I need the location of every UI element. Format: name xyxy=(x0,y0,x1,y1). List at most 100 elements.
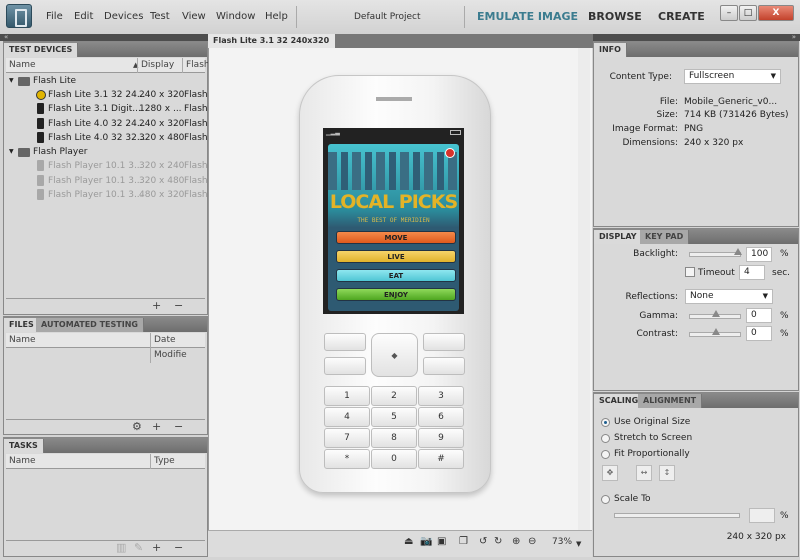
device-row[interactable]: Flash Lite 3.1 32 24... 240 x 320 Flash xyxy=(6,88,208,102)
menu-test[interactable]: Test xyxy=(150,11,170,22)
zoom-level[interactable]: 73% xyxy=(552,537,572,547)
remove-icon[interactable]: − xyxy=(174,299,183,312)
slider-thumb[interactable] xyxy=(712,310,720,317)
collapse-left-strip[interactable]: « xyxy=(0,34,208,41)
backlight-slider[interactable] xyxy=(689,248,742,257)
tab-automated-testing[interactable]: AUTOMATED TESTING xyxy=(36,318,144,332)
col-name[interactable]: Name xyxy=(6,333,36,348)
add-icon[interactable]: + xyxy=(152,299,161,312)
flash-icon[interactable]: ⏏ xyxy=(404,536,413,547)
gamma-input[interactable]: 0 xyxy=(746,308,772,323)
gear-icon[interactable]: ⚙ xyxy=(132,420,142,433)
mode-create[interactable]: CREATE xyxy=(658,10,705,23)
minimize-button[interactable]: – xyxy=(720,5,738,21)
tab-document[interactable]: Flash Lite 3.1 32 240x320 xyxy=(208,34,336,48)
fit-proportionally-label[interactable]: Fit Proportionally xyxy=(614,449,690,459)
gamma-slider[interactable] xyxy=(689,310,741,319)
keypad-key[interactable]: 0 xyxy=(371,449,417,469)
add-icon[interactable]: + xyxy=(152,541,161,554)
collapse-right-strip[interactable]: » xyxy=(593,34,800,41)
keypad-key[interactable]: 6 xyxy=(418,407,464,427)
end-key[interactable] xyxy=(423,357,465,375)
menu-edit[interactable]: Edit xyxy=(74,11,93,22)
task-icon[interactable]: ▥ xyxy=(116,541,126,554)
fit-both-icon[interactable]: ✥ xyxy=(602,465,618,481)
keypad-key[interactable]: 1 xyxy=(324,386,370,406)
scale-input[interactable] xyxy=(749,508,775,523)
tab-tasks[interactable]: TASKS xyxy=(4,439,44,453)
device-row[interactable]: Flash Player 10.1 3... 320 x 240 Flash xyxy=(6,159,208,173)
keypad-key[interactable]: 8 xyxy=(371,428,417,448)
live-button[interactable]: LIVE xyxy=(336,250,456,263)
menu-help[interactable]: Help xyxy=(265,11,288,22)
call-key[interactable] xyxy=(324,357,366,375)
keypad-key[interactable]: 4 xyxy=(324,407,370,427)
scale-to-label[interactable]: Scale To xyxy=(614,494,651,504)
slider-thumb[interactable] xyxy=(734,248,742,255)
device-row[interactable]: Flash Lite 3.1 Digit... 1280 x ... Flash xyxy=(6,102,208,116)
move-button[interactable]: MOVE xyxy=(336,231,456,244)
left-soft-key[interactable] xyxy=(324,333,366,351)
right-soft-key[interactable] xyxy=(423,333,465,351)
col-name[interactable]: Name xyxy=(6,454,36,469)
tab-alignment[interactable]: ALIGNMENT xyxy=(638,394,703,408)
col-flash[interactable]: Flash xyxy=(182,58,210,73)
slider-thumb[interactable] xyxy=(712,328,720,335)
tab-display[interactable]: DISPLAY xyxy=(594,230,643,244)
expand-arrow-icon[interactable]: ▼ xyxy=(9,74,14,88)
keypad-key[interactable]: 3 xyxy=(418,386,464,406)
project-name[interactable]: Default Project xyxy=(354,12,421,22)
tab-scaling[interactable]: SCALING xyxy=(594,394,645,408)
menu-window[interactable]: Window xyxy=(216,11,255,22)
device-row[interactable]: Flash Lite 4.0 32 24... 240 x 320 Flash xyxy=(6,117,208,131)
info-icon[interactable] xyxy=(445,148,455,158)
rotate-right-icon[interactable]: ↻ xyxy=(494,536,502,547)
backlight-input[interactable]: 100 xyxy=(746,247,772,262)
keypad-key[interactable]: 2 xyxy=(371,386,417,406)
rotate-left-icon[interactable]: ↺ xyxy=(479,536,487,547)
use-original-size-label[interactable]: Use Original Size xyxy=(614,417,690,427)
tab-info[interactable]: INFO xyxy=(594,43,627,57)
scale-slider[interactable] xyxy=(614,513,740,518)
copy-icon[interactable]: ❐ xyxy=(459,536,468,547)
expand-arrow-icon[interactable]: ▼ xyxy=(9,145,14,159)
fit-height-icon[interactable]: ↕ xyxy=(659,465,675,481)
contrast-input[interactable]: 0 xyxy=(746,326,772,341)
content-type-select[interactable]: Fullscreen ▼ xyxy=(684,69,781,84)
zoom-dropdown-icon[interactable]: ▼ xyxy=(576,540,581,548)
scale-to-radio[interactable] xyxy=(601,495,610,504)
stretch-to-screen-label[interactable]: Stretch to Screen xyxy=(614,433,692,443)
device-row[interactable]: Flash Player 10.1 3... 320 x 480 Flash xyxy=(6,174,208,188)
keypad-key[interactable]: 9 xyxy=(418,428,464,448)
dpad[interactable]: ◆ xyxy=(371,333,418,377)
device-group[interactable]: ▼ Flash Lite xyxy=(6,74,205,88)
mode-browse[interactable]: BROWSE xyxy=(588,10,642,23)
save-icon[interactable]: ▣ xyxy=(437,536,446,547)
keypad-key[interactable]: * xyxy=(324,449,370,469)
menu-devices[interactable]: Devices xyxy=(104,11,143,22)
menu-file[interactable]: File xyxy=(46,11,63,22)
zoom-out-icon[interactable]: ⊖ xyxy=(528,536,536,547)
col-name[interactable]: Name xyxy=(6,58,36,73)
device-row[interactable]: Flash Player 10.1 3... 480 x 320 Flash xyxy=(6,188,208,202)
col-display[interactable]: Display xyxy=(137,58,174,73)
eat-button[interactable]: EAT xyxy=(336,269,456,282)
device-row[interactable]: Flash Lite 4.0 32 32... 320 x 480 Flash xyxy=(6,131,208,145)
add-icon[interactable]: + xyxy=(152,420,161,433)
reflections-select[interactable]: None ▼ xyxy=(685,289,773,304)
edit-icon[interactable]: ✎ xyxy=(134,541,143,554)
tab-files[interactable]: FILES xyxy=(4,318,40,332)
keypad-key[interactable]: 7 xyxy=(324,428,370,448)
close-button[interactable]: X xyxy=(758,5,794,21)
tab-test-devices[interactable]: TEST DEVICES xyxy=(4,43,79,57)
contrast-slider[interactable] xyxy=(689,328,741,337)
stretch-to-screen-radio[interactable] xyxy=(601,434,610,443)
remove-icon[interactable]: − xyxy=(174,541,183,554)
timeout-checkbox[interactable] xyxy=(685,267,695,277)
timeout-input[interactable]: 4 xyxy=(739,265,765,280)
mode-emulate-image[interactable]: EMULATE IMAGE xyxy=(477,10,578,23)
fit-proportionally-radio[interactable] xyxy=(601,450,610,459)
use-original-size-radio[interactable] xyxy=(601,418,610,427)
zoom-in-icon[interactable]: ⊕ xyxy=(512,536,520,547)
enjoy-button[interactable]: ENJOY xyxy=(336,288,456,301)
